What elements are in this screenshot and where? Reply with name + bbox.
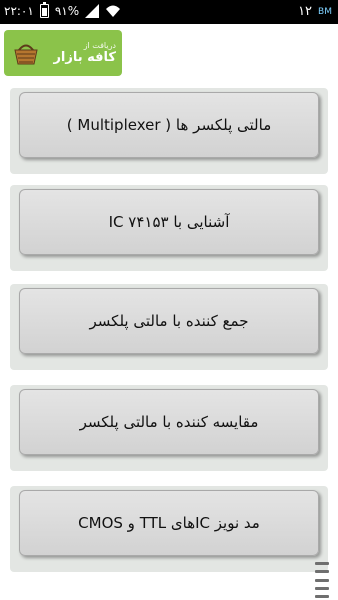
menu-button-comparator[interactable]: مقایسه کننده با مالتی پلکسر bbox=[19, 389, 319, 455]
menu-card-4[interactable]: مقایسه کننده با مالتی پلکسر bbox=[10, 385, 328, 471]
menu-button-ic-74153[interactable]: آشنایی با IC ۷۴۱۵۳ bbox=[19, 189, 319, 255]
signal-icon bbox=[85, 4, 100, 18]
menu-card-1[interactable]: مالتی پلکسر ها ( Multiplexer ) bbox=[10, 88, 328, 174]
notification-app-icon: BM bbox=[318, 6, 332, 17]
scroll-grip-line bbox=[315, 562, 329, 565]
badge-small-text: دریافت از bbox=[83, 41, 116, 50]
status-clock-right: ۱۲ bbox=[298, 4, 313, 19]
status-time: ۲۲:۰۱ bbox=[4, 4, 34, 18]
scroll-grip-line bbox=[315, 578, 329, 582]
status-bar: ۲۲:۰۱ ۹۱% ۱۲ BM bbox=[0, 0, 338, 24]
battery-icon bbox=[39, 2, 49, 18]
cafe-bazaar-badge[interactable]: دریافت از کافه بازار bbox=[4, 30, 122, 76]
menu-button-noise-margin[interactable]: مد نویز ICهای TTL و CMOS bbox=[19, 490, 319, 556]
scroll-grip-line bbox=[315, 570, 329, 574]
status-right: ۱۲ BM bbox=[298, 4, 332, 19]
scroll-grip-line bbox=[315, 595, 329, 598]
menu-button-multiplexers[interactable]: مالتی پلکسر ها ( Multiplexer ) bbox=[19, 92, 319, 158]
menu-card-3[interactable]: جمع کننده با مالتی پلکسر bbox=[10, 284, 328, 370]
status-left: ۲۲:۰۱ ۹۱% bbox=[4, 2, 121, 18]
menu-button-adder[interactable]: جمع کننده با مالتی پلکسر bbox=[19, 288, 319, 354]
wifi-icon bbox=[106, 5, 121, 17]
scroll-grip-line bbox=[315, 586, 329, 590]
battery-level: ۹۱% bbox=[54, 4, 80, 18]
badge-title: کافه بازار bbox=[53, 50, 116, 65]
basket-icon bbox=[14, 44, 38, 65]
menu-card-2[interactable]: آشنایی با IC ۷۴۱۵۳ bbox=[10, 185, 328, 271]
scroll-handle[interactable] bbox=[312, 562, 332, 598]
badge-text: دریافت از کافه بازار bbox=[53, 41, 116, 65]
menu-card-5[interactable]: مد نویز ICهای TTL و CMOS bbox=[10, 486, 328, 572]
